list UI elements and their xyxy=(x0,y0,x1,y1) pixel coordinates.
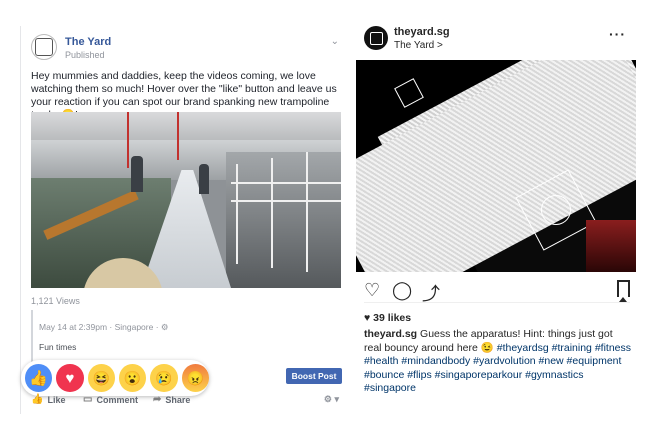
share-label: Share xyxy=(165,394,191,405)
video-rail xyxy=(231,182,341,184)
profile-avatar[interactable] xyxy=(364,26,388,50)
video-ceiling xyxy=(31,112,341,142)
reactions-bar: 👍 ♥ 😆 😮 😢 😠 xyxy=(21,360,209,396)
sad-reaction-icon[interactable]: 😢 xyxy=(150,364,178,392)
facebook-post-header: The Yard Published ⌄ xyxy=(31,34,343,64)
more-options-icon[interactable]: ··· xyxy=(609,26,626,42)
post-icon-bar: ♡ ◯ ⤴ xyxy=(364,280,634,304)
video-rail xyxy=(236,164,238,264)
post-actions-bar: 👍 Like ▭ Comment ➦ Share ⚙ ▾ xyxy=(31,394,343,410)
like-count[interactable]: ♥ 39 likes xyxy=(364,312,411,324)
page-name-link[interactable]: The Yard xyxy=(65,36,111,48)
video-rail xyxy=(271,158,273,268)
location-link[interactable]: The Yard > xyxy=(394,40,443,51)
photo-red-padding xyxy=(586,220,636,272)
instagram-post-card: theyard.sg The Yard > ··· ♡ ◯ ⤴ ♥ 39 lik… xyxy=(354,22,638,414)
thumbs-up-icon: 👍 xyxy=(31,394,44,405)
comment-bubble-icon[interactable]: ◯ xyxy=(392,280,412,301)
wow-reaction-icon[interactable]: 😮 xyxy=(118,364,147,392)
video-red-pole xyxy=(127,112,129,168)
yard-logo-icon xyxy=(35,38,53,56)
comment-label: Comment xyxy=(96,394,138,405)
video-red-pole xyxy=(177,112,179,160)
publish-status: Published xyxy=(65,50,105,60)
video-person xyxy=(131,156,143,192)
video-right-area xyxy=(226,152,341,288)
facebook-post-card: The Yard Published ⌄ Hey mummies and dad… xyxy=(20,26,346,414)
like-count-text: 39 likes xyxy=(373,312,412,324)
share-arrow-icon: ➦ xyxy=(153,394,162,405)
video-rail xyxy=(306,152,308,272)
post-meta: May 14 at 2:39pm · Singapore · ⚙ xyxy=(39,322,169,332)
photo-logo-mark xyxy=(394,78,424,108)
bookmark-icon[interactable] xyxy=(617,280,630,302)
post-caption: Fun times xyxy=(39,342,77,352)
comment-icon: ▭ xyxy=(83,394,93,405)
chevron-down-icon[interactable]: ⌄ xyxy=(331,36,339,47)
post-video[interactable] xyxy=(31,112,341,288)
haha-reaction-icon[interactable]: 😆 xyxy=(87,364,115,392)
page-avatar[interactable] xyxy=(31,34,57,60)
love-reaction-icon[interactable]: ♥ xyxy=(56,364,84,392)
video-rail xyxy=(231,200,341,202)
like-reaction-icon[interactable]: 👍 xyxy=(25,364,53,392)
share-button[interactable]: ➦ Share xyxy=(153,394,190,405)
like-button[interactable]: 👍 Like xyxy=(31,394,65,405)
post-caption: theyard.sg Guess the apparatus! Hint: th… xyxy=(364,328,632,396)
like-label: Like xyxy=(47,394,66,405)
yard-logo-icon xyxy=(369,31,383,45)
heart-icon[interactable]: ♡ xyxy=(364,280,380,301)
comment-button[interactable]: ▭ Comment xyxy=(83,394,138,405)
username-link[interactable]: theyard.sg xyxy=(394,26,450,38)
comment-divider xyxy=(31,310,33,362)
divider xyxy=(364,302,630,303)
boost-post-button[interactable]: Boost Post xyxy=(286,368,342,384)
caption-username[interactable]: theyard.sg xyxy=(364,328,417,340)
video-person xyxy=(199,164,209,194)
view-count: 1,121 Views xyxy=(31,296,80,306)
settings-dropdown-icon[interactable]: ⚙ ▾ xyxy=(324,394,339,405)
post-photo[interactable] xyxy=(356,60,636,272)
photo-logo-circle xyxy=(535,189,577,231)
angry-reaction-icon[interactable]: 😠 xyxy=(181,364,209,392)
